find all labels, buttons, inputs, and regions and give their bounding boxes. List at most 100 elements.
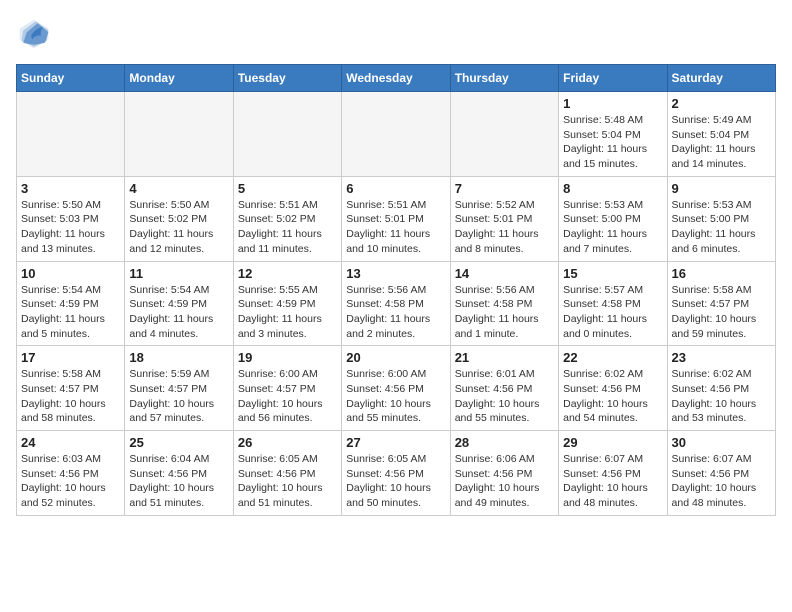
- day-info: Sunrise: 6:00 AM Sunset: 4:56 PM Dayligh…: [346, 367, 445, 426]
- weekday-header: Monday: [125, 65, 233, 92]
- calendar-cell: 8 Sunrise: 5:53 AM Sunset: 5:00 PM Daylig…: [559, 176, 667, 261]
- day-info: Sunrise: 6:07 AM Sunset: 4:56 PM Dayligh…: [672, 452, 771, 511]
- day-number: 22: [563, 350, 662, 365]
- weekday-header: Wednesday: [342, 65, 450, 92]
- calendar-cell: 6Sunrise: 5:51 AM Sunset: 5:01 PM Daylig…: [342, 176, 450, 261]
- day-info: Sunrise: 6:04 AM Sunset: 4:56 PM Dayligh…: [129, 452, 228, 511]
- day-info: Sunrise: 6:07 AM Sunset: 4:56 PM Dayligh…: [563, 452, 662, 511]
- day-info: Sunrise: 5:56 AM Sunset: 4:58 PM Dayligh…: [455, 283, 554, 342]
- day-number: 15: [563, 266, 662, 281]
- calendar-cell: [342, 92, 450, 177]
- calendar-cell: 30 Sunrise: 6:07 AM Sunset: 4:56 PM Dayli…: [667, 431, 775, 516]
- calendar-cell: 23 Sunrise: 6:02 AM Sunset: 4:56 PM Dayli…: [667, 346, 775, 431]
- day-info: Sunrise: 5:53 AM Sunset: 5:00 PM Dayligh…: [563, 198, 662, 257]
- day-info: Sunrise: 5:50 AM Sunset: 5:03 PM Dayligh…: [21, 198, 120, 257]
- logo: [16, 16, 56, 52]
- calendar-cell: 28 Sunrise: 6:06 AM Sunset: 4:56 PM Dayli…: [450, 431, 558, 516]
- day-info: Sunrise: 6:02 AM Sunset: 4:56 PM Dayligh…: [563, 367, 662, 426]
- day-number: 27: [346, 435, 445, 450]
- calendar-cell: 20 Sunrise: 6:00 AM Sunset: 4:56 PM Dayli…: [342, 346, 450, 431]
- day-info: Sunrise: 6:06 AM Sunset: 4:56 PM Dayligh…: [455, 452, 554, 511]
- day-number: 28: [455, 435, 554, 450]
- calendar-header-row: SundayMondayTuesdayWednesdayThursdayFrid…: [17, 65, 776, 92]
- calendar-week-row: 24Sunrise: 6:03 AM Sunset: 4:56 PM Dayli…: [17, 431, 776, 516]
- day-number: 1: [563, 96, 662, 111]
- calendar-cell: 1 Sunrise: 5:48 AM Sunset: 5:04 PM Daylig…: [559, 92, 667, 177]
- day-number: 25: [129, 435, 228, 450]
- calendar-cell: [450, 92, 558, 177]
- day-number: 13: [346, 266, 445, 281]
- day-info: Sunrise: 5:54 AM Sunset: 4:59 PM Dayligh…: [21, 283, 120, 342]
- calendar-cell: 7 Sunrise: 5:52 AM Sunset: 5:01 PM Daylig…: [450, 176, 558, 261]
- day-info: Sunrise: 6:01 AM Sunset: 4:56 PM Dayligh…: [455, 367, 554, 426]
- calendar-cell: 13 Sunrise: 5:56 AM Sunset: 4:58 PM Dayli…: [342, 261, 450, 346]
- weekday-header: Tuesday: [233, 65, 341, 92]
- calendar-cell: 21 Sunrise: 6:01 AM Sunset: 4:56 PM Dayli…: [450, 346, 558, 431]
- day-number: 3: [21, 181, 120, 196]
- calendar-cell: [17, 92, 125, 177]
- calendar-cell: 27 Sunrise: 6:05 AM Sunset: 4:56 PM Dayli…: [342, 431, 450, 516]
- calendar-cell: 2Sunrise: 5:49 AM Sunset: 5:04 PM Daylig…: [667, 92, 775, 177]
- calendar-cell: 26Sunrise: 6:05 AM Sunset: 4:56 PM Dayli…: [233, 431, 341, 516]
- calendar-cell: [125, 92, 233, 177]
- day-number: 8: [563, 181, 662, 196]
- weekday-header: Thursday: [450, 65, 558, 92]
- calendar-cell: 3 Sunrise: 5:50 AM Sunset: 5:03 PM Daylig…: [17, 176, 125, 261]
- day-number: 7: [455, 181, 554, 196]
- calendar-week-row: 1 Sunrise: 5:48 AM Sunset: 5:04 PM Daylig…: [17, 92, 776, 177]
- day-number: 2: [672, 96, 771, 111]
- page-header: [16, 16, 776, 52]
- calendar-cell: 10 Sunrise: 5:54 AM Sunset: 4:59 PM Dayli…: [17, 261, 125, 346]
- calendar-cell: 25 Sunrise: 6:04 AM Sunset: 4:56 PM Dayli…: [125, 431, 233, 516]
- calendar-cell: 24Sunrise: 6:03 AM Sunset: 4:56 PM Dayli…: [17, 431, 125, 516]
- calendar-cell: 9Sunrise: 5:53 AM Sunset: 5:00 PM Daylig…: [667, 176, 775, 261]
- day-info: Sunrise: 5:52 AM Sunset: 5:01 PM Dayligh…: [455, 198, 554, 257]
- calendar-week-row: 17 Sunrise: 5:58 AM Sunset: 4:57 PM Dayli…: [17, 346, 776, 431]
- day-info: Sunrise: 5:56 AM Sunset: 4:58 PM Dayligh…: [346, 283, 445, 342]
- logo-icon: [16, 16, 52, 52]
- day-info: Sunrise: 5:59 AM Sunset: 4:57 PM Dayligh…: [129, 367, 228, 426]
- day-info: Sunrise: 5:51 AM Sunset: 5:02 PM Dayligh…: [238, 198, 337, 257]
- calendar-cell: 12 Sunrise: 5:55 AM Sunset: 4:59 PM Dayli…: [233, 261, 341, 346]
- calendar-cell: 4 Sunrise: 5:50 AM Sunset: 5:02 PM Daylig…: [125, 176, 233, 261]
- day-info: Sunrise: 5:58 AM Sunset: 4:57 PM Dayligh…: [672, 283, 771, 342]
- day-number: 29: [563, 435, 662, 450]
- day-info: Sunrise: 6:05 AM Sunset: 4:56 PM Dayligh…: [238, 452, 337, 511]
- day-number: 21: [455, 350, 554, 365]
- calendar-cell: 29 Sunrise: 6:07 AM Sunset: 4:56 PM Dayli…: [559, 431, 667, 516]
- day-info: Sunrise: 5:50 AM Sunset: 5:02 PM Dayligh…: [129, 198, 228, 257]
- day-number: 4: [129, 181, 228, 196]
- weekday-header: Sunday: [17, 65, 125, 92]
- day-info: Sunrise: 5:53 AM Sunset: 5:00 PM Dayligh…: [672, 198, 771, 257]
- calendar-week-row: 10 Sunrise: 5:54 AM Sunset: 4:59 PM Dayli…: [17, 261, 776, 346]
- day-info: Sunrise: 6:05 AM Sunset: 4:56 PM Dayligh…: [346, 452, 445, 511]
- day-number: 6: [346, 181, 445, 196]
- weekday-header: Saturday: [667, 65, 775, 92]
- calendar-cell: 18 Sunrise: 5:59 AM Sunset: 4:57 PM Dayli…: [125, 346, 233, 431]
- day-number: 23: [672, 350, 771, 365]
- day-number: 12: [238, 266, 337, 281]
- calendar-cell: [233, 92, 341, 177]
- day-info: Sunrise: 5:54 AM Sunset: 4:59 PM Dayligh…: [129, 283, 228, 342]
- day-info: Sunrise: 6:00 AM Sunset: 4:57 PM Dayligh…: [238, 367, 337, 426]
- day-number: 20: [346, 350, 445, 365]
- calendar-cell: 17 Sunrise: 5:58 AM Sunset: 4:57 PM Dayli…: [17, 346, 125, 431]
- calendar-cell: 15 Sunrise: 5:57 AM Sunset: 4:58 PM Dayli…: [559, 261, 667, 346]
- day-info: Sunrise: 5:48 AM Sunset: 5:04 PM Dayligh…: [563, 113, 662, 172]
- weekday-header: Friday: [559, 65, 667, 92]
- calendar-cell: 22 Sunrise: 6:02 AM Sunset: 4:56 PM Dayli…: [559, 346, 667, 431]
- day-number: 16: [672, 266, 771, 281]
- calendar-table: SundayMondayTuesdayWednesdayThursdayFrid…: [16, 64, 776, 516]
- calendar-cell: 16 Sunrise: 5:58 AM Sunset: 4:57 PM Dayli…: [667, 261, 775, 346]
- day-info: Sunrise: 6:02 AM Sunset: 4:56 PM Dayligh…: [672, 367, 771, 426]
- calendar-cell: 19Sunrise: 6:00 AM Sunset: 4:57 PM Dayli…: [233, 346, 341, 431]
- day-info: Sunrise: 5:57 AM Sunset: 4:58 PM Dayligh…: [563, 283, 662, 342]
- day-info: Sunrise: 5:55 AM Sunset: 4:59 PM Dayligh…: [238, 283, 337, 342]
- day-number: 18: [129, 350, 228, 365]
- day-number: 30: [672, 435, 771, 450]
- day-number: 17: [21, 350, 120, 365]
- day-number: 5: [238, 181, 337, 196]
- day-number: 10: [21, 266, 120, 281]
- day-info: Sunrise: 5:58 AM Sunset: 4:57 PM Dayligh…: [21, 367, 120, 426]
- day-number: 14: [455, 266, 554, 281]
